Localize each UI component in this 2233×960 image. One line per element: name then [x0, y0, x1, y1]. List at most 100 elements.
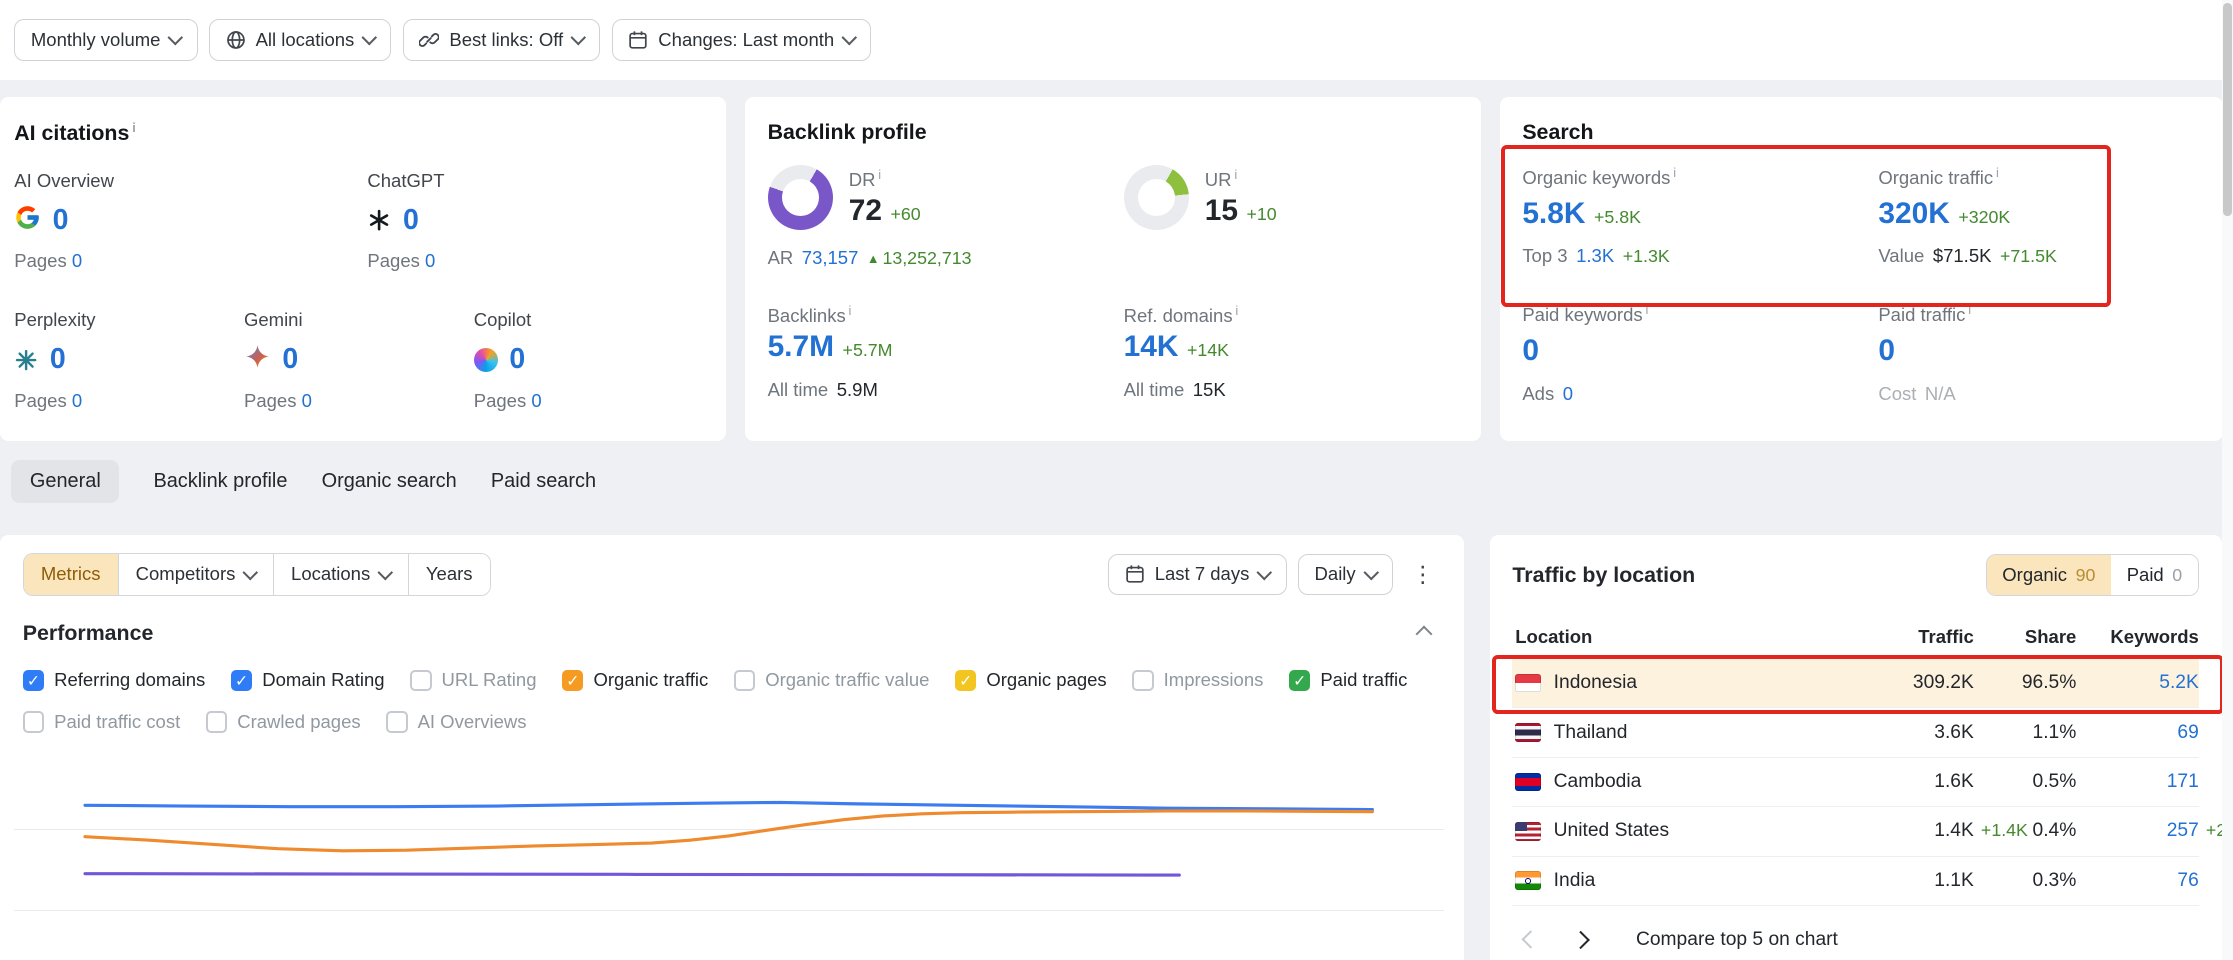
keywords-link[interactable]: 76: [2177, 870, 2198, 892]
backlinks-value-link[interactable]: 5.7M: [768, 330, 834, 364]
table-row-cambodia: Cambodia 1.6K 0.5% 171: [1512, 758, 2198, 807]
column-location: Location: [1512, 626, 1837, 648]
info-icon[interactable]: [1968, 302, 1971, 317]
granularity-dropdown[interactable]: Daily: [1298, 554, 1393, 595]
organic-count-badge: 90: [2076, 565, 2096, 586]
scrollbar-thumb[interactable]: [2223, 3, 2232, 217]
ai-citations-card: AI citations AI Overview 0 Pages 0 ChatG…: [0, 97, 726, 442]
metric-checkbox-ai-overviews[interactable]: AI Overviews: [386, 711, 526, 733]
performance-chart[interactable]: [23, 764, 1441, 935]
info-icon[interactable]: [849, 303, 852, 318]
tab-general[interactable]: General: [11, 460, 119, 503]
tab-paid-search[interactable]: Paid search: [491, 460, 596, 503]
info-icon[interactable]: [1235, 303, 1238, 318]
checkbox: [23, 711, 44, 732]
info-icon[interactable]: [878, 167, 881, 182]
chatgpt-icon: [367, 208, 391, 232]
metric-checkbox-crawled-pages[interactable]: Crawled pages: [206, 711, 361, 733]
previous-page-button[interactable]: [1512, 924, 1548, 954]
gemini-icon: [244, 343, 271, 376]
keywords-link[interactable]: 171: [2167, 771, 2199, 793]
info-icon[interactable]: [132, 120, 136, 135]
paid-traffic-block: Paid traffic 0 CostN/A: [1878, 302, 2200, 405]
metric-checkbox-domain-rating[interactable]: Domain Rating: [231, 669, 385, 691]
traffic-value-amount: $71.5K: [1933, 245, 1992, 267]
tab-backlink-profile[interactable]: Backlink profile: [153, 460, 287, 503]
ai-overview-pages-link[interactable]: 0: [72, 250, 82, 271]
metric-checkbox-referring-domains[interactable]: Referring domains: [23, 669, 205, 691]
filter-toolbar: Monthly volume All locations Best links:…: [0, 0, 2233, 80]
metric-checkbox-paid-traffic-cost[interactable]: Paid traffic cost: [23, 711, 180, 733]
metric-checkbox-impressions[interactable]: Impressions: [1132, 669, 1263, 691]
metric-checkbox-organic-traffic[interactable]: Organic traffic: [562, 669, 708, 691]
table-row-india: India 1.1K 0.3% 76: [1512, 857, 2198, 906]
organic-traffic-value-link[interactable]: 320K: [1878, 197, 1949, 231]
table-row-thailand: Thailand 3.6K 1.1% 69: [1512, 708, 2198, 757]
competitors-dropdown[interactable]: Competitors: [119, 554, 274, 595]
info-icon[interactable]: [1673, 165, 1676, 180]
info-icon[interactable]: [1234, 167, 1237, 182]
monthly-volume-label: Monthly volume: [31, 29, 161, 51]
locations-dropdown[interactable]: Locations: [274, 554, 409, 595]
organic-traffic-block: Organic traffic 320K+320K Value$71.5K+71…: [1878, 165, 2200, 268]
copilot-icon: [474, 348, 498, 372]
gemini-count[interactable]: 0: [282, 343, 298, 376]
ref-domains-value-link[interactable]: 14K: [1124, 330, 1179, 364]
date-range-label: Last 7 days: [1155, 563, 1250, 585]
perplexity-pages-link[interactable]: 0: [72, 390, 82, 411]
chatgpt-count[interactable]: 0: [403, 204, 419, 237]
paid-cost-value: N/A: [1925, 383, 1956, 405]
more-options-kebab-icon[interactable]: [1404, 561, 1441, 588]
metric-checkbox-organic-pages[interactable]: Organic pages: [955, 669, 1107, 691]
globe-icon: [226, 30, 246, 50]
organic-paid-toggle: Organic 90 Paid 0: [1986, 554, 2199, 596]
paid-count-badge: 0: [2172, 565, 2182, 586]
chevron-down-icon: [842, 30, 857, 45]
ahrefs-rank-link[interactable]: 73,157: [802, 247, 859, 269]
gemini-pages-link[interactable]: 0: [302, 390, 312, 411]
metric-checkbox-paid-traffic[interactable]: Paid traffic: [1289, 669, 1407, 691]
top3-keywords-link[interactable]: 1.3K: [1576, 245, 1614, 267]
paid-toggle-button[interactable]: Paid 0: [2111, 555, 2198, 595]
metrics-button[interactable]: Metrics: [24, 554, 119, 595]
ads-count-link[interactable]: 0: [1563, 383, 1573, 405]
metric-checkbox-organic-traffic-value[interactable]: Organic traffic value: [734, 669, 930, 691]
tab-organic-search[interactable]: Organic search: [322, 460, 457, 503]
paid-traffic-value-link[interactable]: 0: [1878, 334, 1895, 368]
perplexity-count[interactable]: 0: [50, 343, 66, 376]
next-page-button[interactable]: [1563, 924, 1599, 954]
years-button[interactable]: Years: [409, 554, 490, 595]
dr-delta: +60: [891, 204, 921, 225]
all-locations-dropdown[interactable]: All locations: [209, 19, 391, 60]
changes-dropdown[interactable]: Changes: Last month: [612, 19, 872, 60]
keywords-link[interactable]: 257: [2167, 820, 2199, 842]
backlinks-alltime-value: 5.9M: [837, 379, 878, 401]
granularity-label: Daily: [1315, 563, 1356, 585]
keywords-link[interactable]: 5.2K: [2159, 672, 2199, 694]
metric-checkbox-url-rating[interactable]: URL Rating: [410, 669, 536, 691]
checkbox: [1132, 670, 1153, 691]
copilot-count[interactable]: 0: [509, 343, 525, 376]
chatgpt-pages-link[interactable]: 0: [425, 250, 435, 271]
checkbox: [734, 670, 755, 691]
organic-toggle-button[interactable]: Organic 90: [1987, 555, 2111, 595]
flag-united-states-icon: [1515, 822, 1541, 841]
chevron-down-icon: [378, 565, 393, 580]
best-links-dropdown[interactable]: Best links: Off: [403, 19, 601, 60]
column-traffic: Traffic: [1837, 626, 1974, 648]
vertical-scrollbar: [2222, 0, 2233, 960]
ai-overview-count[interactable]: 0: [53, 204, 69, 237]
chevron-up-icon[interactable]: [1415, 625, 1432, 642]
metric-toggles: Referring domains Domain Rating URL Rati…: [23, 669, 1441, 733]
organic-keywords-value-link[interactable]: 5.8K: [1522, 197, 1585, 231]
monthly-volume-dropdown[interactable]: Monthly volume: [14, 19, 197, 60]
compare-top5-link[interactable]: Compare top 5 on chart: [1636, 929, 1838, 951]
date-range-dropdown[interactable]: Last 7 days: [1108, 554, 1286, 595]
perplexity-icon: [14, 348, 38, 372]
info-icon[interactable]: [1996, 165, 1999, 180]
ai-citations-row-1: AI Overview 0 Pages 0 ChatGPT 0 Pages 0: [14, 170, 703, 272]
paid-keywords-value-link[interactable]: 0: [1522, 334, 1539, 368]
copilot-pages-link[interactable]: 0: [531, 390, 541, 411]
info-icon[interactable]: [1645, 302, 1648, 317]
keywords-link[interactable]: 69: [2177, 722, 2198, 744]
